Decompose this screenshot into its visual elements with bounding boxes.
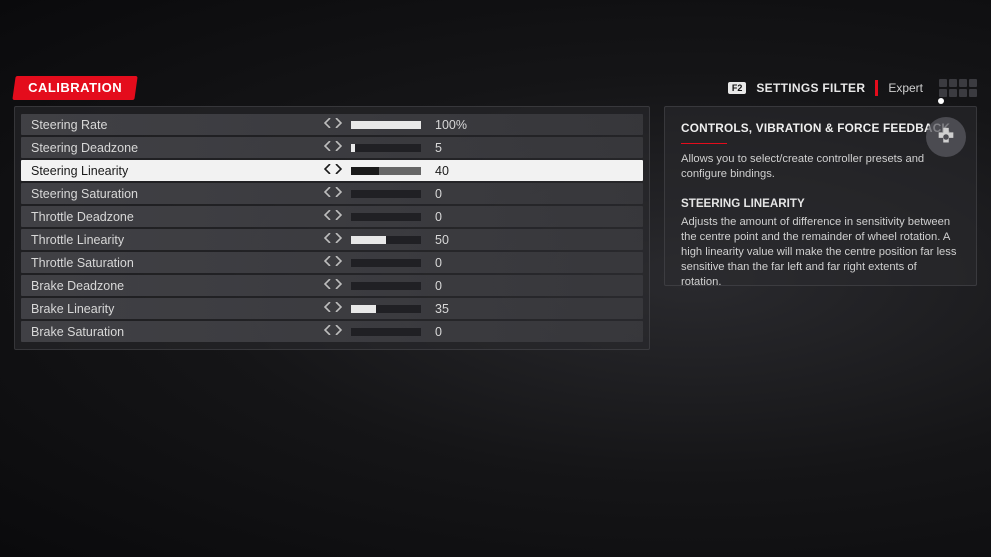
info-sub-desc: Adjusts the amount of difference in sens… [681, 215, 960, 291]
setting-row[interactable]: Brake Deadzone 0 [21, 275, 643, 296]
setting-label: Throttle Linearity [31, 233, 321, 247]
value-bar[interactable] [351, 236, 421, 244]
setting-value: 0 [435, 325, 442, 339]
chevron-left-icon[interactable] [324, 210, 332, 223]
chevron-right-icon[interactable] [334, 141, 342, 154]
setting-label: Steering Linearity [31, 164, 321, 178]
setting-label: Throttle Saturation [31, 256, 321, 270]
setting-label: Brake Saturation [31, 325, 321, 339]
setting-label: Brake Linearity [31, 302, 321, 316]
chevron-right-icon[interactable] [334, 325, 342, 338]
setting-row[interactable]: Steering Rate 100% [21, 114, 643, 135]
value-bar[interactable] [351, 144, 421, 152]
setting-value: 40 [435, 164, 449, 178]
info-section-title: CONTROLS, VIBRATION & FORCE FEEDBACK [681, 121, 960, 137]
setting-value: 0 [435, 187, 442, 201]
filter-separator [875, 80, 878, 96]
page-title: CALIBRATION [28, 80, 122, 95]
page-title-badge: CALIBRATION [12, 76, 137, 100]
chevron-right-icon[interactable] [334, 187, 342, 200]
value-bar[interactable] [351, 282, 421, 290]
chevron-left-icon[interactable] [324, 325, 332, 338]
adjust-arrows[interactable] [321, 256, 345, 269]
chevron-right-icon[interactable] [334, 256, 342, 269]
info-panel: CONTROLS, VIBRATION & FORCE FEEDBACK All… [664, 106, 977, 286]
setting-row[interactable]: Throttle Linearity 50 [21, 229, 643, 250]
setting-label: Steering Saturation [31, 187, 321, 201]
setting-value: 0 [435, 279, 442, 293]
filter-label: SETTINGS FILTER [756, 81, 865, 95]
setting-label: Steering Rate [31, 118, 321, 132]
setting-value: 0 [435, 210, 442, 224]
adjust-arrows[interactable] [321, 325, 345, 338]
accent-rule [681, 143, 727, 144]
chevron-left-icon[interactable] [324, 164, 332, 177]
chevron-left-icon[interactable] [324, 302, 332, 315]
dpad-icon [926, 117, 966, 157]
setting-label: Brake Deadzone [31, 279, 321, 293]
pagination-pips [939, 79, 977, 97]
adjust-arrows[interactable] [321, 279, 345, 292]
adjust-arrows[interactable] [321, 210, 345, 223]
setting-value: 50 [435, 233, 449, 247]
setting-row[interactable]: Throttle Deadzone 0 [21, 206, 643, 227]
chevron-left-icon[interactable] [324, 233, 332, 246]
value-bar[interactable] [351, 259, 421, 267]
setting-row[interactable]: Brake Saturation 0 [21, 321, 643, 342]
chevron-left-icon[interactable] [324, 256, 332, 269]
info-section-desc: Allows you to select/create controller p… [681, 152, 960, 182]
calibration-list: Steering Rate 100% Steering Deadzone 5 S… [14, 106, 650, 350]
setting-row[interactable]: Steering Deadzone 5 [21, 137, 643, 158]
chevron-right-icon[interactable] [334, 233, 342, 246]
adjust-arrows[interactable] [321, 164, 345, 177]
chevron-left-icon[interactable] [324, 118, 332, 131]
chevron-left-icon[interactable] [324, 279, 332, 292]
setting-row[interactable]: Brake Linearity 35 [21, 298, 643, 319]
setting-value: 35 [435, 302, 449, 316]
info-sub-title: STEERING LINEARITY [681, 196, 960, 212]
setting-value: 0 [435, 256, 442, 270]
setting-value: 5 [435, 141, 442, 155]
value-bar[interactable] [351, 167, 421, 175]
setting-row[interactable]: Throttle Saturation 0 [21, 252, 643, 273]
setting-row[interactable]: Steering Saturation 0 [21, 183, 643, 204]
adjust-arrows[interactable] [321, 233, 345, 246]
value-bar[interactable] [351, 121, 421, 129]
setting-label: Steering Deadzone [31, 141, 321, 155]
chevron-right-icon[interactable] [334, 279, 342, 292]
adjust-arrows[interactable] [321, 141, 345, 154]
adjust-arrows[interactable] [321, 187, 345, 200]
setting-row[interactable]: Steering Linearity 40 [21, 160, 643, 181]
filter-value: Expert [888, 81, 923, 95]
value-bar[interactable] [351, 328, 421, 336]
setting-label: Throttle Deadzone [31, 210, 321, 224]
chevron-right-icon[interactable] [334, 164, 342, 177]
value-bar[interactable] [351, 213, 421, 221]
chevron-left-icon[interactable] [324, 187, 332, 200]
chevron-right-icon[interactable] [334, 118, 342, 131]
settings-filter[interactable]: F2 SETTINGS FILTER Expert [728, 79, 977, 97]
chevron-right-icon[interactable] [334, 302, 342, 315]
chevron-right-icon[interactable] [334, 210, 342, 223]
key-hint: F2 [728, 82, 747, 94]
value-bar[interactable] [351, 305, 421, 313]
chevron-left-icon[interactable] [324, 141, 332, 154]
value-bar[interactable] [351, 190, 421, 198]
adjust-arrows[interactable] [321, 302, 345, 315]
setting-value: 100% [435, 118, 467, 132]
pip-indicator-icon [938, 98, 944, 104]
header: CALIBRATION F2 SETTINGS FILTER Expert [14, 76, 977, 100]
adjust-arrows[interactable] [321, 118, 345, 131]
